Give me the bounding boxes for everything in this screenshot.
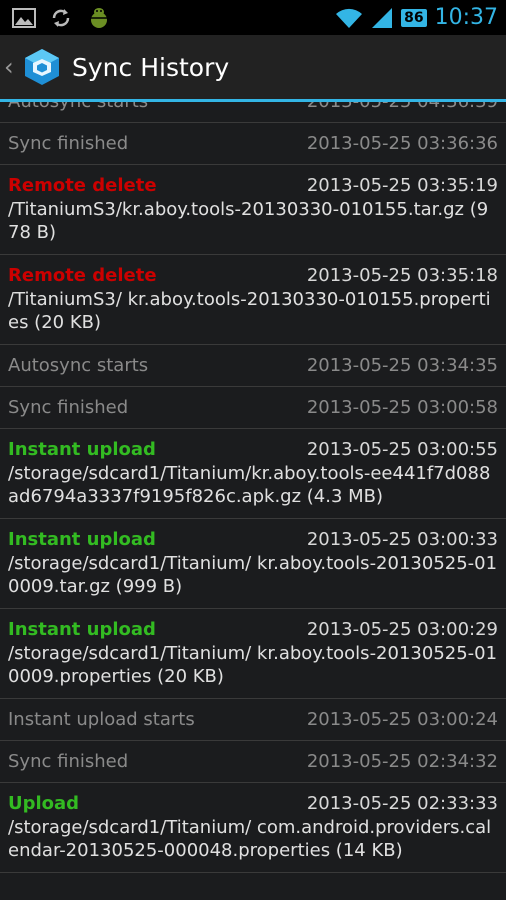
list-item[interactable]: Upload 2013-05-25 02:33:33 /storage/sdca… — [0, 783, 506, 873]
entry-label: Sync finished — [8, 397, 129, 418]
list-item[interactable]: Instant upload 2013-05-25 03:00:55 /stor… — [0, 429, 506, 519]
signal-icon — [371, 7, 393, 29]
entry-time: 2013-05-25 03:36:36 — [306, 133, 498, 154]
entry-label: Sync finished — [8, 133, 129, 154]
entry-label: Instant upload — [8, 529, 156, 550]
entry-time: 2013-05-25 03:00:58 — [306, 397, 498, 418]
entry-path: /storage/sdcard1/Titanium/ com.android.p… — [8, 817, 492, 861]
list-item[interactable]: Instant upload 2013-05-25 03:00:33 /stor… — [0, 519, 506, 609]
entry-path: /storage/sdcard1/Titanium/ kr.aboy.tools… — [8, 553, 498, 597]
picture-icon — [12, 7, 36, 28]
entry-time: 2013-05-25 02:33:33 — [306, 793, 498, 814]
entry-label: Remote delete — [8, 175, 157, 196]
wifi-icon — [335, 7, 363, 29]
entry-label: Autosync starts — [8, 355, 149, 376]
entry-label: Instant upload — [8, 619, 156, 640]
list-item[interactable]: Instant upload starts 2013-05-25 03:00:2… — [0, 699, 506, 741]
entry-time: 2013-05-25 03:00:55 — [306, 439, 498, 460]
list-item[interactable]: Instant upload 2013-05-25 03:00:29 /stor… — [0, 609, 506, 699]
list-item[interactable]: Sync finished 2013-05-25 03:36:36 — [0, 123, 506, 165]
entry-time: 2013-05-25 02:34:32 — [306, 751, 498, 772]
entry-time: 2013-05-25 03:00:29 — [306, 619, 498, 640]
entry-path: /TitaniumS3/ kr.aboy.tools-20130330-0101… — [8, 289, 491, 333]
entry-label: Autosync starts — [8, 102, 148, 112]
sync-history-list[interactable]: Autosync starts 2013-05-25 04:36:39 Sync… — [0, 102, 506, 900]
entry-time: 2013-05-25 03:00:33 — [306, 529, 498, 550]
action-bar: ‹ Sync History — [0, 35, 506, 99]
entry-label: Instant upload starts — [8, 709, 195, 730]
entry-label: Upload — [8, 793, 80, 814]
entry-label: Instant upload — [8, 439, 156, 460]
list-item[interactable]: Sync finished 2013-05-25 03:00:58 — [0, 387, 506, 429]
entry-path: /storage/sdcard1/Titanium/kr.aboy.tools-… — [8, 463, 491, 507]
list-item[interactable]: Remote delete 2013-05-25 03:35:19 /Titan… — [0, 165, 506, 255]
entry-time: 2013-05-25 03:35:19 — [306, 175, 498, 196]
page-title: Sync History — [72, 52, 230, 82]
titanium-cube-icon[interactable] — [22, 47, 62, 87]
list-item[interactable]: Autosync starts 2013-05-25 03:34:35 — [0, 345, 506, 387]
status-bar: 86 10:37 — [0, 0, 506, 35]
clock: 10:37 — [434, 5, 498, 30]
battery-level: 86 — [401, 8, 427, 27]
entry-path: /TitaniumS3/kr.aboy.tools-20130330-01015… — [8, 199, 489, 243]
entry-label: Remote delete — [8, 265, 157, 286]
entry-path: /storage/sdcard1/Titanium/ kr.aboy.tools… — [8, 643, 498, 687]
entry-label: Sync finished — [8, 751, 129, 772]
chevron-left-icon[interactable]: ‹ — [4, 53, 20, 81]
list-item[interactable]: Remote delete 2013-05-25 03:35:18 /Titan… — [0, 255, 506, 345]
entry-time: 2013-05-25 03:34:35 — [306, 355, 498, 376]
debug-bug-icon — [86, 6, 112, 30]
list-item[interactable]: Sync finished 2013-05-25 02:34:32 — [0, 741, 506, 783]
list-item[interactable]: Autosync starts 2013-05-25 04:36:39 — [0, 102, 506, 123]
entry-time: 2013-05-25 03:35:18 — [306, 265, 498, 286]
sync-icon — [50, 7, 72, 29]
entry-time: 2013-05-25 04:36:39 — [307, 102, 498, 112]
entry-time: 2013-05-25 03:00:24 — [306, 709, 498, 730]
